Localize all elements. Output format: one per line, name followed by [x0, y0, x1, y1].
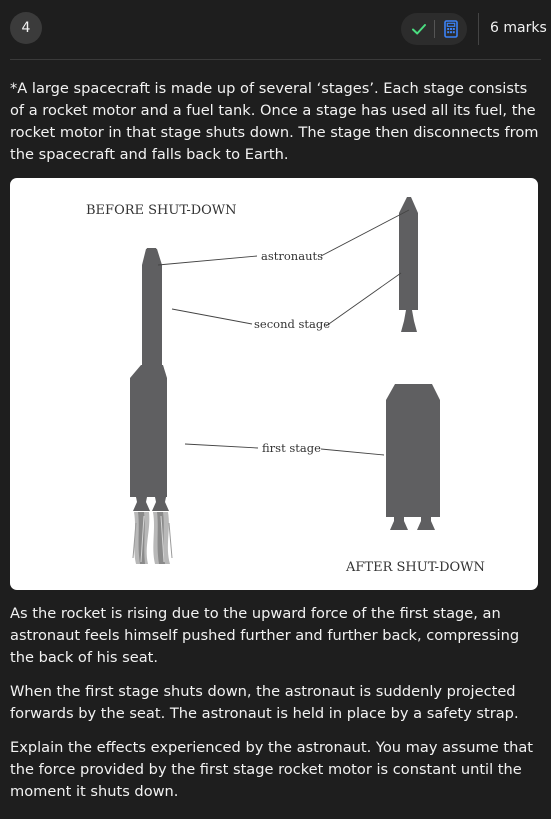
rocket-after-first-stage [386, 384, 440, 530]
label-astronauts: astronauts [261, 249, 323, 263]
nozzle-left-before [133, 497, 150, 511]
label-first-stage: first stage [262, 441, 321, 455]
check-button[interactable] [407, 17, 431, 41]
calculator-button[interactable] [439, 17, 463, 41]
nozzle-right-before [152, 497, 169, 511]
after-shutdown-label: AFTER SHUT-DOWN [345, 560, 485, 575]
paragraph-shutdown: When the first stage shuts down, the ast… [10, 683, 519, 722]
paragraph-task: Explain the effects experienced by the a… [10, 739, 533, 800]
rocket-after-second-stage [399, 197, 418, 332]
question-header: 4 6 marks [0, 0, 551, 60]
calculator-icon [444, 20, 458, 38]
marks-label: 6 marks [490, 20, 547, 36]
header-divider [478, 13, 479, 45]
rocket-before [130, 248, 173, 564]
check-icon [412, 24, 426, 35]
nozzle-after-left [390, 517, 408, 530]
tool-divider [434, 20, 435, 38]
rocket-diagram: BEFORE SHUT-DOWN astronauts second stage… [10, 178, 538, 590]
first-stage-before [130, 365, 167, 497]
before-shutdown-label: BEFORE SHUT-DOWN [86, 203, 237, 218]
leader-lines [157, 209, 410, 456]
intro-paragraph: *A large spacecraft is made up of severa… [10, 80, 539, 163]
tool-group [401, 13, 467, 45]
nozzle-after-right [417, 517, 435, 530]
header-rule [10, 59, 541, 60]
question-number-badge: 4 [10, 12, 42, 44]
exhaust-flames [132, 512, 173, 564]
second-stage-before [142, 249, 162, 365]
rocket-diagram-svg: BEFORE SHUT-DOWN astronauts second stage… [86, 197, 485, 575]
paragraph-rising: As the rocket is rising due to the upwar… [10, 605, 520, 666]
label-second-stage: second stage [254, 317, 330, 331]
nozzle-after-second-stage [401, 310, 417, 332]
